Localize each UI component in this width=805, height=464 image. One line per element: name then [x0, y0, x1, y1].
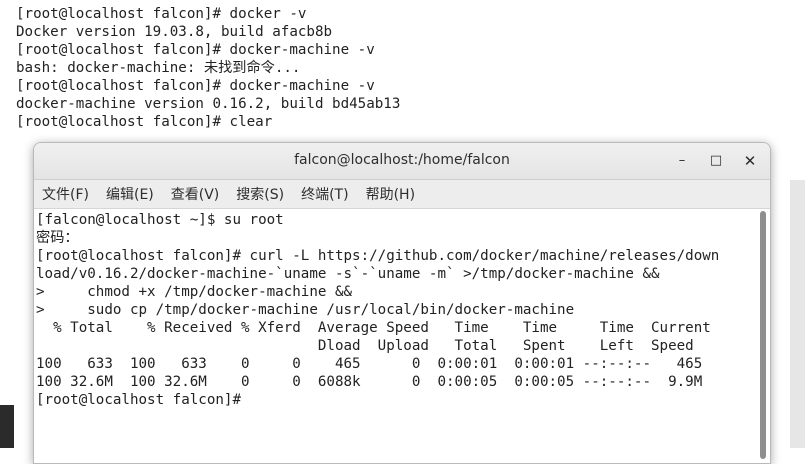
maximize-button[interactable]: □ [706, 151, 726, 171]
minimize-button[interactable]: – [672, 151, 692, 171]
terminal-line: 100 633 100 633 0 0 465 0 0:00:01 0:00:0… [36, 356, 703, 372]
menu-help[interactable]: 帮助(H) [366, 184, 415, 204]
terminal-line: 密码： [36, 230, 79, 246]
terminal-line: [root@localhost falcon]# [36, 392, 250, 408]
menu-search[interactable]: 搜索(S) [236, 184, 284, 204]
background-scrollbar[interactable] [790, 180, 805, 448]
terminal-line: [root@localhost falcon]# curl -L https:/… [36, 248, 720, 264]
desktop-edge [0, 405, 14, 448]
terminal-line: [root@localhost falcon]# clear [16, 114, 273, 130]
terminal-line: 100 32.6M 100 32.6M 0 0 6088k 0 0:00:05 … [36, 374, 703, 390]
terminal-line: [root@localhost falcon]# docker-machine … [16, 78, 375, 94]
title-bar[interactable]: falcon@localhost:/home/falcon – □ ✕ [34, 143, 770, 180]
terminal-line: > sudo cp /tmp/docker-machine /usr/local… [36, 302, 575, 318]
terminal-line: % Total % Received % Xferd Average Speed… [36, 320, 711, 336]
terminal-line: load/v0.16.2/docker-machine-`uname -s`-`… [36, 266, 660, 282]
terminal-line: docker-machine version 0.16.2, build bd4… [16, 96, 401, 112]
terminal-line: > chmod +x /tmp/docker-machine && [36, 284, 353, 300]
window-title: falcon@localhost:/home/falcon [294, 152, 510, 168]
menu-view[interactable]: 查看(V) [171, 184, 220, 204]
menu-edit[interactable]: 编辑(E) [106, 184, 154, 204]
background-terminal-output: [root@localhost falcon]# docker -v Docke… [16, 5, 400, 131]
terminal-window[interactable]: falcon@localhost:/home/falcon – □ ✕ 文件(F… [33, 142, 771, 464]
terminal-line: Dload Upload Total Spent Left Speed [36, 338, 694, 354]
menu-bar: 文件(F) 编辑(E) 查看(V) 搜索(S) 终端(T) 帮助(H) [34, 180, 770, 209]
terminal-line: [root@localhost falcon]# docker-machine … [16, 42, 375, 58]
terminal-output: [falcon@localhost ~]$ su root 密码： [root@… [36, 211, 719, 409]
terminal-line: [root@localhost falcon]# docker -v [16, 6, 307, 22]
menu-terminal[interactable]: 终端(T) [301, 184, 348, 204]
terminal-line: bash: docker-machine: 未找到命令... [16, 60, 301, 76]
close-button[interactable]: ✕ [740, 151, 760, 171]
menu-file[interactable]: 文件(F) [42, 184, 89, 204]
terminal-area[interactable]: [falcon@localhost ~]$ su root 密码： [root@… [34, 209, 770, 463]
terminal-line: [falcon@localhost ~]$ su root [36, 212, 284, 228]
terminal-line: Docker version 19.03.8, build afacb8b [16, 24, 333, 40]
scrollbar[interactable] [760, 211, 766, 459]
